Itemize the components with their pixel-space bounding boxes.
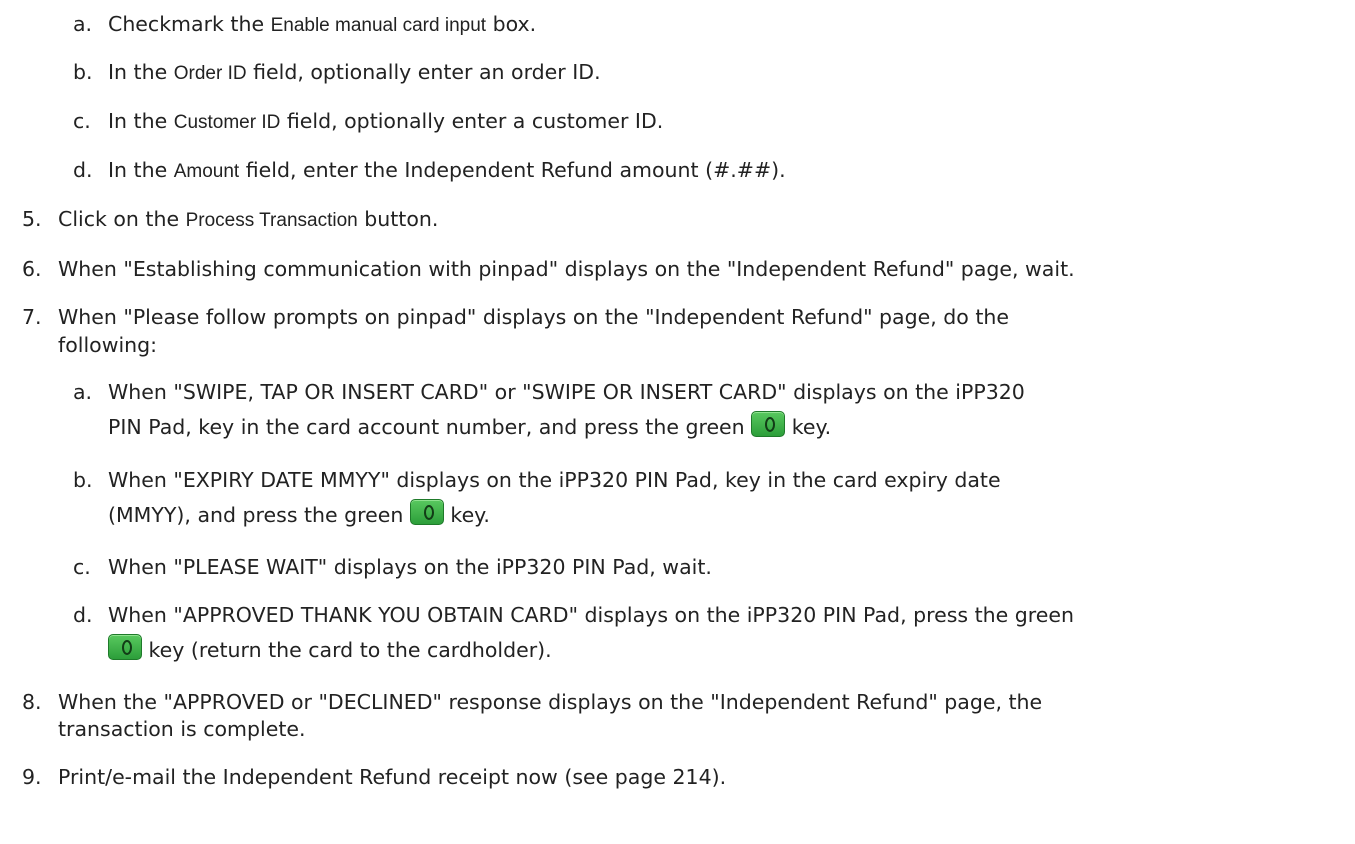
- step-marker: a.: [73, 12, 93, 36]
- step-marker: 8.: [22, 690, 42, 714]
- step-text: When "SWIPE, TAP OR INSERT CARD" or "SWI…: [108, 380, 1025, 404]
- step-text: When the "APPROVED or "DECLINED" respons…: [58, 690, 1043, 714]
- ui-term: Process Transaction: [185, 210, 358, 231]
- step-marker: c.: [73, 555, 91, 579]
- step-marker: d.: [73, 603, 93, 627]
- ui-term: Order ID: [173, 63, 247, 84]
- step-text: When "PLEASE WAIT" displays on the iPP32…: [108, 555, 712, 579]
- step-marker: b.: [73, 60, 93, 84]
- step-text: PIN Pad, key in the card account number,…: [108, 415, 752, 439]
- step-text: transaction is complete.: [58, 717, 306, 741]
- ui-term: Amount: [173, 161, 240, 182]
- step-text: button.: [357, 207, 439, 231]
- step-marker: d.: [73, 158, 93, 182]
- step-text: In the: [108, 158, 174, 182]
- step-text: When "EXPIRY DATE MMYY" displays on the …: [108, 468, 1001, 492]
- step-text: Print/e-mail the Independent Refund rece…: [58, 765, 727, 789]
- step-text: When "APPROVED THANK YOU OBTAIN CARD" di…: [108, 603, 1074, 627]
- green-enter-key-icon: [108, 634, 142, 660]
- step-text: When "Please follow prompts on pinpad" d…: [58, 305, 1009, 329]
- step-marker: 5.: [22, 207, 42, 231]
- step-text: field, enter the Independent Refund amou…: [239, 158, 786, 182]
- step-text: Checkmark the: [108, 12, 271, 36]
- step-marker: 6.: [22, 257, 42, 281]
- step-text: key.: [785, 415, 832, 439]
- ui-term: Customer ID: [173, 112, 281, 133]
- step-text: When "Establishing communication with pi…: [58, 257, 1075, 281]
- green-enter-key-icon: [751, 411, 786, 437]
- step-text: key.: [443, 503, 490, 527]
- step-text: field, optionally enter an order ID.: [246, 60, 601, 84]
- step-text: following:: [58, 333, 158, 357]
- ui-term: Enable manual card input: [270, 15, 487, 36]
- step-text: In the: [108, 60, 174, 84]
- green-enter-key-icon: [409, 499, 444, 525]
- step-text: Click on the: [58, 207, 186, 231]
- step-text: box.: [486, 12, 537, 36]
- step-text: field, optionally enter a customer ID.: [280, 109, 664, 133]
- step-text: In the: [108, 109, 174, 133]
- step-marker: 9.: [22, 765, 42, 789]
- step-marker: b.: [73, 468, 93, 492]
- step-marker: a.: [73, 380, 93, 404]
- step-text: key (return the card to the cardholder).: [142, 638, 552, 662]
- step-marker: 7.: [22, 305, 42, 329]
- step-text: (MMYY), and press the green: [108, 503, 410, 527]
- step-marker: c.: [73, 109, 91, 133]
